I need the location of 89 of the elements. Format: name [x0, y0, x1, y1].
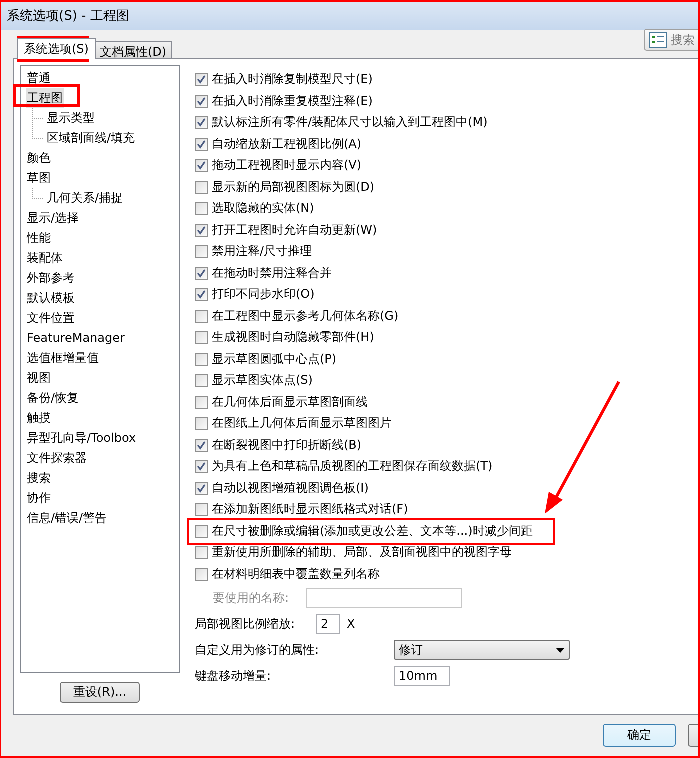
option-label: 显示新的局部视图图标为圆(D) [212, 178, 375, 196]
tree-item[interactable]: 草图 [26, 168, 52, 188]
checkbox[interactable] [195, 482, 208, 495]
input-field[interactable]: 10mm [394, 666, 450, 686]
checkbox[interactable] [195, 546, 208, 560]
window-title: 系统选项(S) - 工程图 [7, 8, 130, 25]
checkbox[interactable] [195, 202, 208, 216]
checkbox[interactable] [195, 73, 208, 86]
checkbox[interactable] [195, 460, 208, 474]
checkbox[interactable] [195, 568, 208, 581]
option-label: 自动缩放新工程视图比例(A) [212, 136, 362, 153]
option-label: 生成视图时自动隐藏零部件(H) [212, 329, 374, 346]
option-label: 在图纸上几何体后面显示草图图片 [212, 415, 392, 432]
tree-item[interactable]: 备份/恢复 [26, 388, 80, 408]
tree-item[interactable]: 搜索 [26, 468, 52, 488]
highlight-box [17, 36, 89, 62]
dropdown[interactable]: 修订 [394, 640, 570, 660]
tree-item[interactable]: 显示类型 [46, 108, 96, 128]
option-label: 在材料明细表中覆盖数量列名称 [212, 566, 380, 583]
tree-item[interactable]: 文件位置 [26, 308, 76, 328]
checkbox[interactable] [195, 245, 208, 258]
option-label: 在断裂视图中打印折断线(B) [212, 436, 362, 454]
tab[interactable]: 文档属性(D) [94, 41, 172, 58]
checkbox[interactable] [195, 288, 208, 302]
tree-item[interactable]: 默认模板 [26, 288, 76, 308]
reset-button[interactable]: 重设(R)... [60, 682, 140, 703]
tree-item[interactable]: 视图 [26, 368, 52, 388]
tree-item[interactable]: 颜色 [26, 148, 52, 168]
option-label: 在插入时消除复制模型尺寸(E) [212, 71, 373, 88]
tree-item[interactable]: 异型孔向导/Toolbox [26, 428, 138, 448]
checkbox[interactable] [195, 159, 208, 172]
checkbox[interactable] [195, 396, 208, 409]
tree-item[interactable]: 性能 [26, 228, 52, 248]
checkbox[interactable] [195, 180, 208, 194]
caret-icon [556, 648, 565, 652]
checkbox[interactable] [195, 438, 208, 452]
tree-item[interactable]: 文件探索器 [26, 448, 88, 468]
dialog-button[interactable]: 确定 [603, 724, 676, 747]
checkbox[interactable] [195, 374, 208, 388]
tree-item[interactable]: 外部参考 [26, 268, 76, 288]
tree-item[interactable]: 区域剖面线/填充 [46, 128, 136, 148]
tree-item[interactable]: 信息/错误/警告 [26, 508, 108, 528]
option-label: 默认标注所有零件/装配体尺寸以输入到工程图中(M) [212, 114, 488, 132]
checkbox[interactable] [195, 94, 208, 108]
option-label: 在工程图中显示参考几何体名称(G) [212, 308, 399, 325]
tree-item[interactable]: FeatureManager [26, 328, 126, 348]
checkbox[interactable] [195, 417, 208, 430]
unit-label: X [347, 617, 356, 631]
field-label: 自定义用为修订的属性: [195, 642, 320, 658]
search-button[interactable]: 搜索 [644, 29, 698, 51]
option-label: 打印不同步水印(O) [212, 286, 315, 304]
tree-item[interactable]: 几何关系/捕捉 [46, 188, 124, 208]
option-label: 为具有上色和草稿品质视图的工程图保存面纹数据(T) [212, 458, 493, 476]
option-label: 拖动工程视图时显示内容(V) [212, 157, 362, 174]
option-label: 在尺寸被删除或编辑(添加或更改公差、文本等...)时减少间距 [212, 522, 533, 540]
field-label: 要使用的名称: [212, 590, 290, 606]
option-label: 重新使用所删除的辅助、局部、及剖面视图中的视图字母 [212, 544, 512, 562]
tree-item[interactable]: 触摸 [26, 408, 52, 428]
list-icon [649, 32, 667, 48]
input-field[interactable]: 2 [316, 614, 340, 634]
field-label: 键盘移动增量: [195, 668, 272, 684]
tab[interactable]: 系统选项(S) [17, 38, 96, 59]
tree-item[interactable]: 普通 [26, 68, 52, 88]
option-label: 自动以视图增殖视图调色板(I) [212, 480, 369, 497]
checkbox[interactable] [195, 503, 208, 516]
option-label: 在拖动时禁用注释合并 [212, 264, 332, 282]
highlight-box [13, 84, 80, 107]
option-label: 在插入时消除重复模型注释(E) [212, 92, 373, 110]
option-label: 选取隐藏的实体(N) [212, 200, 314, 218]
option-label: 禁用注释/尺寸推理 [212, 243, 312, 260]
tree-item[interactable]: 显示/选择 [26, 208, 80, 228]
checkbox[interactable] [195, 138, 208, 151]
checkbox[interactable] [195, 224, 208, 237]
option-label: 打开工程图时允许自动更新(W) [212, 222, 378, 239]
tree-item[interactable]: 装配体 [26, 248, 64, 268]
checkbox[interactable] [195, 266, 208, 280]
checkbox[interactable] [195, 310, 208, 323]
checkbox[interactable] [195, 352, 208, 366]
checkbox[interactable] [195, 331, 208, 344]
field-label: 局部视图比例缩放: [195, 616, 296, 632]
tree-item[interactable]: 选值框增量值 [26, 348, 100, 368]
option-label: 在几何体后面显示草图剖面线 [212, 394, 368, 411]
checkbox[interactable] [195, 116, 208, 130]
tree-connector-icon [32, 188, 44, 199]
option-label: 在添加新图纸时显示图纸格式对话(F) [212, 501, 408, 518]
checkbox[interactable] [195, 524, 208, 538]
option-label: 显示草图圆弧中心点(P) [212, 350, 337, 368]
tree-item[interactable]: 协作 [26, 488, 52, 508]
option-label: 显示草图实体点(S) [212, 372, 313, 390]
